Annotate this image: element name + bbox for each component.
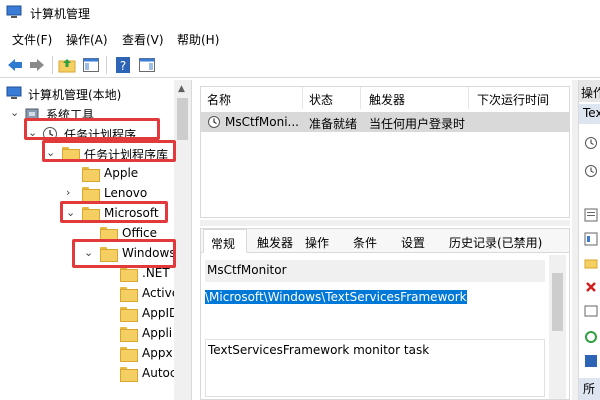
show-hide-tree-icon[interactable] (82, 56, 100, 74)
properties-icon[interactable] (584, 232, 598, 246)
show-action-pane-icon[interactable] (138, 56, 156, 74)
tree-item-label: Lenovo (104, 186, 148, 200)
tree-root-label: 计算机管理(本地) (28, 88, 122, 102)
task-name-field[interactable]: MsCtfMonitor (205, 260, 545, 282)
menu-action[interactable]: 操作(A) (66, 31, 108, 48)
svg-text:?: ? (120, 59, 126, 73)
toolbar: ? (0, 52, 600, 78)
tree-item-label: .NET (142, 266, 170, 280)
folder-icon (120, 367, 138, 382)
folder-icon (120, 307, 138, 322)
tree-item-label: Office (122, 226, 158, 240)
folder-icon (82, 187, 100, 202)
task-list: 名称 状态 触发器 下次运行时间 MsCtfMoni... 准备就绪 当任何用户… (200, 86, 570, 218)
actions-subheader[interactable]: Tex (579, 104, 600, 124)
task-properties: 常规 触发器 操作 条件 设置 历史记录(已禁用) MsCtfMonitor \… (200, 228, 570, 400)
highlight-microsoft (60, 201, 168, 223)
column-trigger[interactable]: 触发器 (369, 87, 469, 109)
highlight-task-scheduler (24, 118, 160, 140)
back-arrow-icon[interactable] (6, 56, 24, 74)
properties-tabs: 常规 触发器 操作 条件 设置 历史记录(已禁用) (201, 229, 569, 253)
window-title: 计算机管理 (30, 7, 91, 21)
tree-item-label: Appx (142, 346, 173, 360)
menu-bar: 文件(F) 操作(A) 查看(V) 帮助(H) (0, 28, 600, 50)
task-location-text: \Microsoft\Windows\TextServicesFramework (205, 290, 467, 304)
tab-settings[interactable]: 设置 (401, 229, 425, 253)
column-status[interactable]: 状态 (309, 87, 361, 109)
task-status-cell: 准备就绪 (309, 117, 358, 131)
list-icon[interactable] (584, 208, 598, 222)
task-trigger-cell: 当任何用户登录时 (369, 117, 466, 131)
tab-actions[interactable]: 操作 (305, 229, 329, 253)
forward-arrow-icon[interactable] (28, 56, 46, 74)
scrollbar-thumb[interactable] (177, 98, 188, 140)
menu-help[interactable]: 帮助(H) (177, 31, 219, 48)
tree-item-label: Autoc (142, 366, 177, 380)
computer-management-icon (6, 5, 22, 18)
tab-triggers[interactable]: 触发器 (255, 229, 293, 253)
help-icon[interactable]: ? (114, 56, 132, 74)
highlight-task-scheduler-library (42, 140, 176, 162)
folder-icon (82, 167, 100, 182)
toolbar-separator (52, 56, 53, 74)
tree-scrollbar[interactable]: ▲ (174, 80, 191, 400)
tree-item-label: AppID (142, 306, 179, 320)
title-bar: 计算机管理 (0, 0, 600, 26)
highlight-windows (72, 239, 176, 268)
chevron-down-icon[interactable]: ⌄ (10, 106, 20, 120)
toolbar-separator (106, 56, 107, 74)
scrollbar-thumb[interactable] (552, 273, 563, 331)
tree-item-label: Appli (142, 326, 173, 340)
view-icon[interactable] (584, 304, 598, 318)
folder-icon[interactable] (584, 256, 598, 270)
folder-icon (120, 287, 138, 302)
task-description-field[interactable]: TextServicesFramework monitor task (205, 339, 545, 397)
tab-general[interactable]: 常规 (203, 229, 247, 253)
actions-header: 操作 (579, 80, 600, 102)
actions-pane: 操作 Tex 所 (578, 80, 600, 400)
task-name-cell: MsCtfMoni... (225, 115, 299, 129)
properties-scrollbar[interactable] (549, 255, 566, 399)
computer-icon (6, 86, 22, 99)
tab-conditions[interactable]: 条件 (353, 229, 377, 253)
tree-item-label: Apple (104, 166, 139, 180)
table-row[interactable]: MsCtfMoni... 准备就绪 当任何用户登录时 (201, 112, 569, 132)
column-name[interactable]: 名称 (207, 87, 303, 109)
clock-icon (208, 116, 220, 128)
folder-icon (120, 267, 138, 282)
clock-icon[interactable] (584, 136, 598, 150)
folder-icon (120, 327, 138, 342)
up-folder-icon[interactable] (58, 56, 76, 74)
scroll-up-arrow-icon[interactable]: ▲ (178, 84, 185, 94)
folder-icon (120, 347, 138, 362)
chevron-right-icon[interactable]: › (66, 186, 76, 200)
menu-view[interactable]: 查看(V) (122, 31, 164, 48)
task-location-field[interactable]: \Microsoft\Windows\TextServicesFramework (203, 287, 543, 309)
refresh-icon[interactable] (584, 330, 598, 344)
delete-icon[interactable] (584, 280, 598, 294)
actions-subheader-2[interactable]: 所 (579, 378, 600, 400)
column-next-run[interactable]: 下次运行时间 (477, 87, 569, 109)
menu-file[interactable]: 文件(F) (12, 31, 52, 48)
clock-icon[interactable] (584, 164, 598, 178)
pane-splitter[interactable] (200, 220, 570, 226)
tab-history[interactable]: 历史记录(已禁用) (449, 229, 542, 253)
help-icon[interactable] (584, 354, 598, 368)
